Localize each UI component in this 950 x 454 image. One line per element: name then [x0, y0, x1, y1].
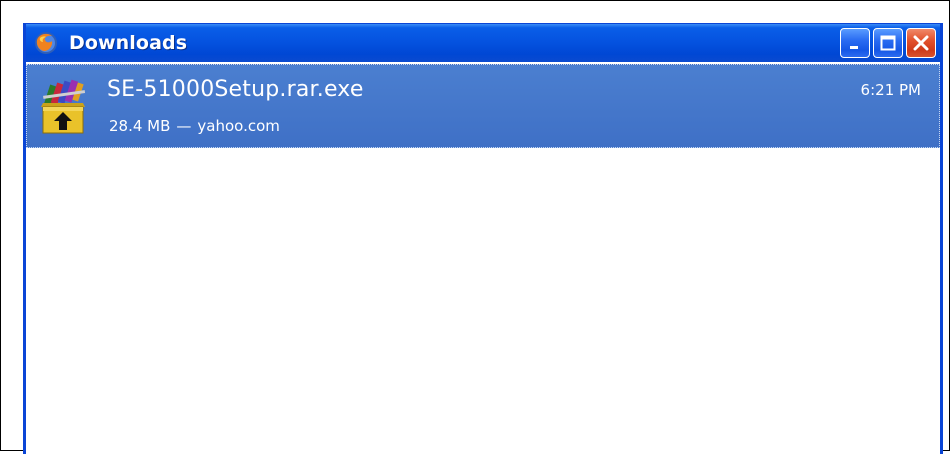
details-separator: —: [176, 117, 192, 135]
minimize-icon: [850, 46, 858, 49]
download-filename: SE-51000Setup.rar.exe: [107, 77, 364, 102]
close-icon: [913, 35, 929, 51]
maximize-button[interactable]: [873, 28, 903, 58]
download-size: 28.4 MB: [109, 117, 171, 135]
downloads-window: Downloads SE-51000Setup.rar.exe 28.4 MB …: [23, 23, 943, 454]
screenshot-frame: Downloads SE-51000Setup.rar.exe 28.4 MB …: [0, 0, 950, 454]
download-item[interactable]: SE-51000Setup.rar.exe 28.4 MB — yahoo.co…: [26, 64, 940, 148]
winrar-archive-icon: [37, 77, 89, 135]
window-controls: [840, 28, 936, 58]
minimize-button[interactable]: [840, 28, 870, 58]
download-time: 6:21 PM: [860, 81, 921, 99]
downloads-list[interactable]: SE-51000Setup.rar.exe 28.4 MB — yahoo.co…: [26, 62, 940, 454]
close-button[interactable]: [906, 28, 936, 58]
download-source: yahoo.com: [197, 117, 280, 135]
maximize-icon: [880, 35, 896, 51]
title-bar[interactable]: Downloads: [26, 24, 940, 62]
firefox-icon: [33, 30, 59, 56]
download-details: 28.4 MB — yahoo.com: [109, 117, 280, 135]
window-title: Downloads: [69, 32, 188, 54]
